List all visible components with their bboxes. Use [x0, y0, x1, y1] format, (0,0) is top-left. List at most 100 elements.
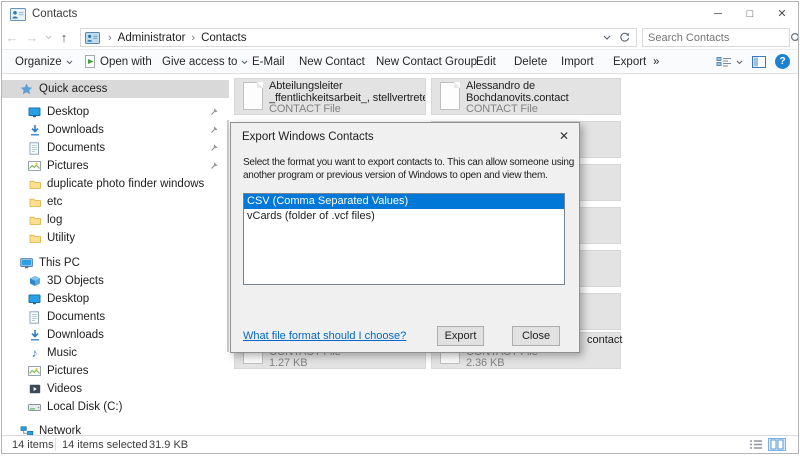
file-size: 2.36 KB	[466, 358, 538, 368]
file-name: Abteilungsleiter	[269, 81, 425, 93]
file-list: Abteilungsleiter _ffentlichkeitsarbeit_,…	[229, 74, 798, 435]
format-option-vcards[interactable]: vCards (folder of .vcf files)	[244, 209, 564, 224]
sidebar-item-etc[interactable]: etc	[2, 193, 229, 211]
large-icons-view-icon[interactable]	[768, 438, 786, 451]
sidebar-item-downloads-pc[interactable]: Downloads	[2, 326, 229, 344]
views-menu[interactable]	[716, 50, 743, 73]
sidebar-item-desktop-pc[interactable]: Desktop	[2, 290, 229, 308]
delete-button[interactable]: Delete	[514, 50, 547, 73]
address-dropdown-icon[interactable]	[603, 35, 611, 40]
contacts-app-icon	[10, 8, 26, 21]
open-with-icon	[84, 55, 96, 68]
folder-icon	[27, 233, 42, 243]
status-bar: 14 items 14 items selected 31.9 KB	[2, 435, 798, 453]
help-icon[interactable]: ?	[775, 54, 790, 69]
sidebar-item-documents-pc[interactable]: Documents	[2, 308, 229, 326]
sidebar-item-pictures[interactable]: Pictures	[2, 157, 229, 175]
import-button[interactable]: Import	[561, 50, 594, 73]
sidebar-item-music[interactable]: ♪ Music	[2, 344, 229, 362]
selection-size: 31.9 KB	[149, 439, 188, 451]
sidebar-item-downloads[interactable]: Downloads	[2, 121, 229, 139]
breadcrumb-administrator[interactable]: Administrator	[118, 32, 186, 44]
new-contact-group-button[interactable]: New Contact Group	[376, 50, 477, 73]
edit-button[interactable]: Edit	[476, 50, 496, 73]
picture-icon	[27, 366, 42, 376]
dialog-close-icon[interactable]: ✕	[559, 129, 569, 143]
breadcrumb-contacts[interactable]: Contacts	[201, 32, 246, 44]
views-icon	[716, 56, 732, 68]
disk-icon	[27, 403, 42, 412]
computer-icon	[19, 258, 34, 269]
toolbar-overflow-chevron[interactable]: »	[653, 50, 659, 73]
sidebar-item-documents[interactable]: Documents	[2, 139, 229, 157]
video-icon	[27, 384, 42, 394]
sidebar-item-log[interactable]: log	[2, 211, 229, 229]
file-format-help-link[interactable]: What file format should I choose?	[243, 330, 406, 342]
back-icon[interactable]: ←	[2, 30, 22, 45]
navigation-pane: Quick access Desktop Downloads Documents…	[2, 74, 229, 435]
sidebar-item-utility[interactable]: Utility	[2, 229, 229, 247]
cube-icon	[27, 275, 42, 287]
dialog-title: Export Windows Contacts	[242, 131, 374, 143]
file-size: 1.27 KB	[269, 358, 341, 368]
folder-icon	[27, 179, 42, 189]
pin-icon	[210, 107, 219, 119]
file-name: Alessandro de	[466, 81, 569, 93]
search-input[interactable]	[648, 32, 790, 44]
folder-icon	[27, 215, 42, 225]
format-option-csv[interactable]: CSV (Comma Separated Values)	[244, 194, 564, 209]
format-listbox: CSV (Comma Separated Values) vCards (fol…	[243, 193, 565, 285]
address-bar: ← → ↑ › Administrator › Contacts	[2, 26, 798, 49]
export-button-toolbar[interactable]: Export	[613, 50, 646, 73]
organize-menu[interactable]: Organize	[15, 50, 73, 73]
contact-tile[interactable]: Abteilungsleiter _ffentlichkeitsarbeit_,…	[234, 78, 426, 115]
search-icon[interactable]	[790, 32, 799, 44]
file-type: CONTACT File	[466, 104, 569, 114]
contact-file-icon	[440, 82, 460, 110]
export-button[interactable]: Export	[437, 326, 484, 346]
chevron-down-icon	[736, 60, 743, 65]
close-button[interactable]: ✕	[766, 2, 798, 26]
breadcrumb-separator: ›	[191, 32, 195, 44]
maximize-button[interactable]: □	[734, 2, 766, 26]
items-count: 14 items	[12, 439, 54, 451]
give-access-menu[interactable]: Give access to	[162, 50, 248, 73]
dialog-message: Select the format you want to export con…	[243, 156, 577, 183]
sidebar-item-duplicate-photo-finder-windows[interactable]: duplicate photo finder windows	[2, 175, 229, 193]
sidebar-item-desktop[interactable]: Desktop	[2, 103, 229, 121]
search-box[interactable]	[642, 28, 790, 47]
star-icon	[19, 83, 34, 95]
minimize-button[interactable]: ─	[702, 2, 734, 26]
address-input[interactable]: › Administrator › Contacts	[80, 28, 637, 47]
email-button[interactable]: E-Mail	[252, 50, 285, 73]
new-contact-button[interactable]: New Contact	[299, 50, 365, 73]
document-icon	[27, 142, 42, 155]
explorer-window: Contacts ─ □ ✕ ← → ↑ › Administrator › C…	[1, 1, 799, 454]
open-with-button[interactable]: Open with	[84, 50, 152, 73]
contact-tile[interactable]: Alessandro de Bochdanovits.contact CONTA…	[431, 78, 621, 115]
file-type: CONTACT File	[269, 104, 425, 114]
sidebar-item-network[interactable]: Network	[2, 422, 229, 435]
pin-icon	[210, 143, 219, 155]
forward-icon[interactable]: →	[22, 30, 42, 45]
recent-locations-icon[interactable]	[42, 35, 54, 40]
refresh-icon[interactable]	[619, 32, 630, 43]
download-icon	[27, 329, 42, 341]
preview-pane-icon[interactable]	[752, 56, 766, 68]
details-view-icon[interactable]	[749, 439, 763, 450]
sidebar-item-this-pc[interactable]: This PC	[2, 254, 229, 272]
up-icon[interactable]: ↑	[54, 30, 74, 45]
selection-count: 14 items selected	[62, 439, 148, 451]
sidebar-item-local-disk-c[interactable]: Local Disk (C:)	[2, 398, 229, 416]
close-dialog-button[interactable]: Close	[512, 326, 560, 346]
status-divider	[55, 438, 56, 451]
sidebar-item-videos[interactable]: Videos	[2, 380, 229, 398]
sidebar-item-quick-access[interactable]: Quick access	[2, 80, 229, 98]
monitor-icon	[27, 294, 42, 305]
sidebar-item-3d-objects[interactable]: 3D Objects	[2, 272, 229, 290]
window-title: Contacts	[32, 8, 77, 20]
sidebar-item-pictures-pc[interactable]: Pictures	[2, 362, 229, 380]
folder-icon	[27, 197, 42, 207]
music-icon: ♪	[27, 348, 42, 358]
document-icon	[27, 311, 42, 324]
